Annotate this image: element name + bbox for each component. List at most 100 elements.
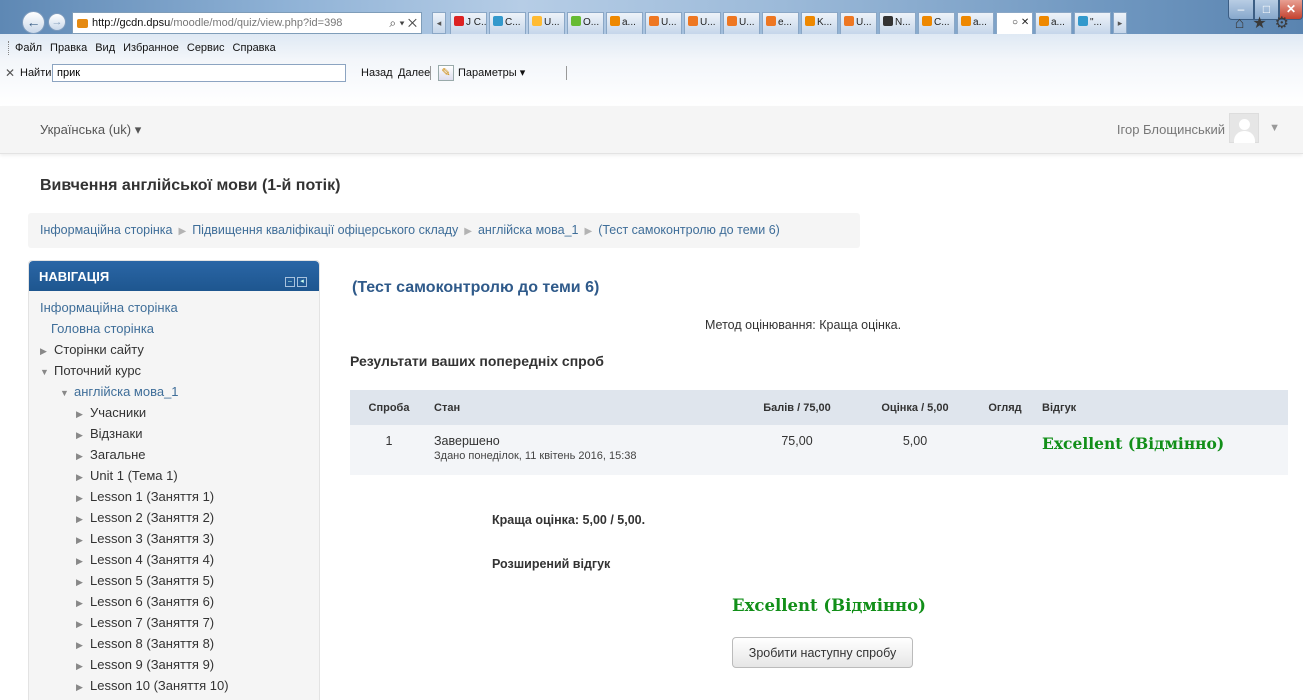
tab-label: e... — [778, 17, 792, 28]
back-arrow-icon[interactable]: ← — [22, 11, 45, 34]
nav-item-label[interactable]: Інформаційна сторінка — [40, 300, 178, 315]
expand-arrow-icon[interactable]: ▶ — [76, 635, 90, 656]
browser-tab[interactable]: a... — [1035, 12, 1072, 34]
expand-arrow-icon[interactable]: ▶ — [76, 677, 90, 698]
breadcrumb-link[interactable]: англійска мова_1 — [478, 223, 579, 237]
browser-tab[interactable]: U... — [723, 12, 760, 34]
nav-item[interactable]: ▶ Відзнаки — [29, 423, 319, 444]
breadcrumb-link[interactable]: Інформаційна сторінка — [40, 223, 172, 237]
dock-block-icon[interactable]: ◂ — [297, 277, 307, 287]
menu-item[interactable]: Правка — [50, 42, 87, 54]
settings-gear-icon[interactable]: ⚙ — [1275, 15, 1297, 32]
tab-favicon-icon — [532, 16, 542, 26]
nav-item[interactable]: ▶ Lesson 4 (Заняття 4) — [29, 549, 319, 570]
tab-label: C... — [505, 17, 521, 28]
browser-tab[interactable]: U... — [645, 12, 682, 34]
find-options-button[interactable]: ✎ Параметры ▾ — [438, 60, 525, 86]
menu-item[interactable]: Избранное — [123, 42, 179, 54]
nav-item[interactable]: ▶ Unit 1 (Тема 1) — [29, 465, 319, 486]
expand-arrow-icon[interactable]: ▶ — [76, 530, 90, 551]
browser-tab[interactable]: C... — [489, 12, 526, 34]
collapse-arrow-icon[interactable]: ▼ — [60, 383, 74, 404]
nav-item[interactable]: ▶ Lesson 8 (Заняття 8) — [29, 633, 319, 654]
expand-arrow-icon[interactable]: ▶ — [76, 446, 90, 467]
breadcrumb-link[interactable]: (Тест самоконтролю до теми 6) — [598, 223, 780, 237]
browser-tab[interactable]: J C... — [450, 12, 487, 34]
browser-tab[interactable]: N... — [879, 12, 916, 34]
find-input[interactable] — [52, 64, 346, 82]
nav-item[interactable]: ▶ Lesson 10 (Заняття 10) — [29, 675, 319, 696]
address-bar[interactable]: http://gcdn.dpsu/moodle/mod/quiz/view.ph… — [72, 12, 422, 34]
browser-tab[interactable]: a... — [606, 12, 643, 34]
tab-favicon-icon — [571, 16, 581, 26]
user-name[interactable]: Ігор Блощинський — [1117, 122, 1225, 137]
column-header-marks: Балів / 75,00 — [738, 390, 856, 425]
avatar[interactable] — [1229, 113, 1259, 143]
nav-item-label: Lesson 1 (Заняття 1) — [90, 489, 215, 504]
browser-tab[interactable]: U... — [840, 12, 877, 34]
nav-item[interactable]: Інформаційна сторінка — [29, 297, 319, 318]
nav-item[interactable]: ▶ Lesson 3 (Заняття 3) — [29, 528, 319, 549]
browser-tab[interactable]: U... — [684, 12, 721, 34]
tab-label: N... — [895, 17, 911, 28]
find-close-icon[interactable]: ✕ — [5, 60, 15, 86]
nav-item[interactable]: ▼ англійска мова_1 — [29, 381, 319, 402]
browser-tab[interactable]: K... — [801, 12, 838, 34]
column-header-grade: Оцінка / 5,00 — [856, 390, 974, 425]
chevron-down-icon[interactable]: ▼ — [1269, 122, 1280, 134]
nav-item[interactable]: ▼ Поточний курс — [29, 360, 319, 381]
expand-arrow-icon[interactable]: ▶ — [76, 551, 90, 572]
nav-item-label: Сторінки сайту — [54, 342, 144, 357]
next-attempt-button[interactable]: Зробити наступну спробу — [732, 637, 913, 668]
expand-arrow-icon[interactable]: ▶ — [76, 425, 90, 446]
tab-scroll-left-icon[interactable]: ◂ — [432, 12, 446, 34]
expand-arrow-icon[interactable]: ▶ — [40, 341, 54, 362]
expand-arrow-icon[interactable]: ▶ — [76, 614, 90, 635]
nav-item[interactable]: ▶ Lesson 1 (Заняття 1) — [29, 486, 319, 507]
nav-item[interactable]: ▶ Lesson 5 (Заняття 5) — [29, 570, 319, 591]
find-prev-button[interactable]: Назад — [361, 60, 393, 86]
home-icon[interactable]: ⌂ — [1235, 15, 1253, 32]
tab-label: J C... — [466, 17, 487, 28]
nav-item[interactable]: ▶ Сторінки сайту — [29, 339, 319, 360]
favorites-star-icon[interactable]: ★ — [1252, 15, 1274, 32]
nav-item[interactable]: ▶ Учасники — [29, 402, 319, 423]
tab-label: U... — [700, 17, 716, 28]
expand-arrow-icon[interactable]: ▶ — [76, 572, 90, 593]
browser-tab[interactable]: e... — [762, 12, 799, 34]
menu-item[interactable]: Вид — [95, 42, 115, 54]
browser-tab[interactable]: C... — [918, 12, 955, 34]
navigation-header: НАВІГАЦІЯ – ◂ — [29, 261, 319, 291]
find-next-button[interactable]: Далее — [398, 60, 430, 86]
menu-item[interactable]: Справка — [233, 42, 276, 54]
menu-item[interactable]: Файл — [15, 42, 42, 54]
forward-arrow-icon[interactable]: → — [48, 13, 66, 31]
expand-arrow-icon[interactable]: ▶ — [76, 467, 90, 488]
nav-item[interactable]: ▶ Lesson 6 (Заняття 6) — [29, 591, 319, 612]
nav-item[interactable]: ▶ Lesson 2 (Заняття 2) — [29, 507, 319, 528]
browser-tab[interactable]: O... — [567, 12, 604, 34]
tab-scroll-right-icon[interactable]: ▸ — [1113, 12, 1127, 34]
browser-tab[interactable]: "... — [1074, 12, 1111, 34]
nav-item[interactable]: ▶ Lesson 7 (Заняття 7) — [29, 612, 319, 633]
address-tools-icons[interactable]: ⌕ ▾ ✕ — [385, 13, 417, 33]
tab-favicon-icon — [766, 16, 776, 26]
collapse-block-icon[interactable]: – — [285, 277, 295, 287]
nav-item[interactable]: ▶ Загальне — [29, 444, 319, 465]
nav-item[interactable]: Головна сторінка — [29, 318, 319, 339]
nav-item-label[interactable]: англійска мова_1 — [74, 384, 179, 399]
breadcrumb-link[interactable]: Підвищення кваліфікації офіцерського скл… — [192, 223, 458, 237]
expand-arrow-icon[interactable]: ▶ — [76, 404, 90, 425]
nav-item[interactable]: ▶ Lesson 9 (Заняття 9) — [29, 654, 319, 675]
nav-item-label[interactable]: Головна сторінка — [51, 321, 154, 336]
expand-arrow-icon[interactable]: ▶ — [76, 488, 90, 509]
browser-tab[interactable]: U... — [528, 12, 565, 34]
collapse-arrow-icon[interactable]: ▼ — [40, 362, 54, 383]
expand-arrow-icon[interactable]: ▶ — [76, 509, 90, 530]
browser-tab[interactable]: ○ ✕ — [996, 12, 1033, 34]
expand-arrow-icon[interactable]: ▶ — [76, 593, 90, 614]
browser-tab[interactable]: a... — [957, 12, 994, 34]
menu-item[interactable]: Сервис — [187, 42, 225, 54]
expand-arrow-icon[interactable]: ▶ — [76, 656, 90, 677]
language-menu[interactable]: Українська (uk) ▾ — [40, 122, 141, 138]
